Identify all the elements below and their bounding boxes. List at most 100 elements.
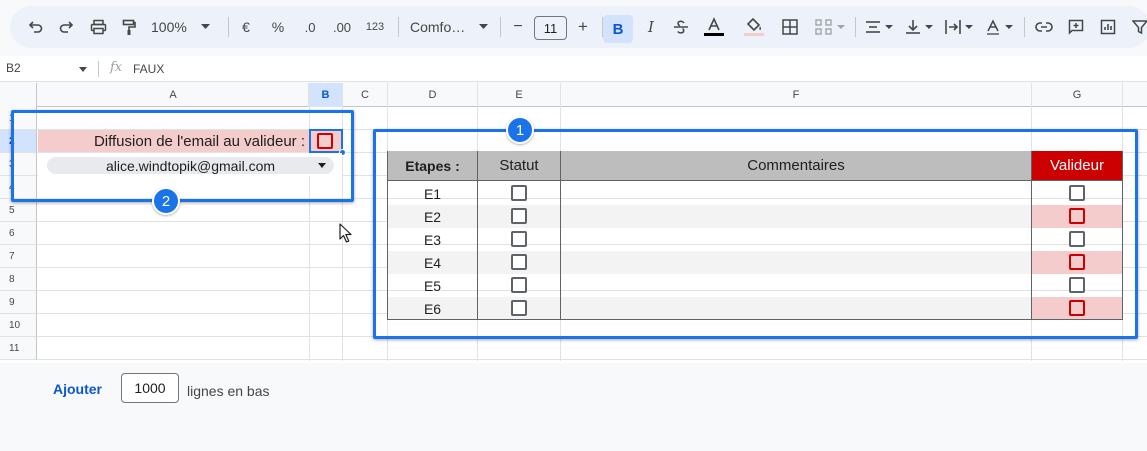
insert-link-button[interactable] bbox=[1032, 6, 1056, 48]
column-header-d[interactable]: D bbox=[388, 83, 478, 107]
select-all-corner[interactable] bbox=[0, 83, 37, 107]
font-family-select[interactable]: Comfo… bbox=[410, 6, 492, 48]
increase-decimal-button[interactable]: .00 bbox=[328, 6, 356, 48]
strikethrough-icon bbox=[674, 20, 688, 34]
validator-checkbox[interactable] bbox=[1069, 185, 1085, 201]
row-header-9[interactable]: 9 bbox=[0, 291, 37, 314]
table-row bbox=[388, 274, 1122, 297]
row-header-11[interactable]: 11 bbox=[0, 337, 37, 360]
fill-color-icon bbox=[744, 17, 764, 36]
vertical-align-button[interactable] bbox=[902, 6, 936, 48]
step-label: E3 bbox=[423, 231, 442, 248]
percent-button[interactable]: % bbox=[268, 6, 288, 48]
chevron-down-icon[interactable] bbox=[79, 67, 87, 72]
row-header-8[interactable]: 8 bbox=[0, 268, 37, 291]
borders-icon bbox=[782, 19, 798, 35]
toolbar-divider bbox=[398, 17, 399, 37]
redo-icon[interactable] bbox=[54, 6, 78, 48]
font-size-input[interactable]: 11 bbox=[534, 16, 567, 40]
callout-box-2 bbox=[11, 110, 354, 202]
filter-button[interactable] bbox=[1128, 6, 1147, 48]
validator-header: Valideur bbox=[1032, 151, 1122, 181]
zoom-select[interactable]: 100% bbox=[151, 6, 217, 48]
step-label: E1 bbox=[423, 185, 442, 202]
validator-checkbox[interactable] bbox=[1069, 277, 1085, 293]
table-divider bbox=[1031, 181, 1032, 319]
paint-format-icon[interactable] bbox=[117, 6, 141, 48]
bold-button[interactable]: B bbox=[603, 15, 633, 43]
fx-icon: fx bbox=[110, 60, 123, 75]
callout-badge-1: 1 bbox=[506, 116, 534, 144]
step-label: E6 bbox=[423, 300, 442, 317]
link-icon bbox=[1035, 22, 1053, 32]
insert-comment-button[interactable] bbox=[1064, 6, 1088, 48]
undo-icon[interactable] bbox=[24, 6, 48, 48]
merge-cells-button[interactable] bbox=[810, 6, 850, 48]
chart-icon bbox=[1100, 19, 1116, 35]
rows-count-input[interactable]: 1000 bbox=[121, 373, 179, 403]
zoom-value: 100% bbox=[151, 19, 187, 35]
toolbar-divider bbox=[228, 17, 229, 37]
step-label: E2 bbox=[423, 208, 442, 225]
print-icon[interactable] bbox=[86, 6, 110, 48]
number-format-button[interactable]: 123 bbox=[362, 6, 388, 48]
validator-checkbox[interactable] bbox=[1069, 208, 1085, 224]
mouse-pointer-icon bbox=[339, 223, 353, 248]
table-row bbox=[388, 205, 1122, 228]
validator-checkbox[interactable] bbox=[1069, 231, 1085, 247]
status-checkbox[interactable] bbox=[511, 254, 527, 270]
add-rows-button[interactable]: Ajouter bbox=[53, 381, 102, 397]
table-row bbox=[388, 182, 1122, 205]
column-header-b[interactable]: B bbox=[309, 83, 343, 107]
name-box[interactable]: B2 bbox=[6, 61, 21, 75]
text-wrap-icon bbox=[945, 20, 973, 34]
row-header-7[interactable]: 7 bbox=[0, 245, 37, 268]
validator-checkbox[interactable] bbox=[1069, 300, 1085, 316]
text-color-icon bbox=[704, 17, 724, 36]
align-bottom-icon bbox=[906, 20, 933, 34]
sheet-footer: Ajouter 1000 lignes en bas bbox=[0, 363, 1147, 451]
text-wrap-button[interactable] bbox=[942, 6, 976, 48]
validator-checkbox[interactable] bbox=[1069, 254, 1085, 270]
status-checkbox[interactable] bbox=[511, 231, 527, 247]
table-divider bbox=[477, 181, 478, 319]
horizontal-align-button[interactable] bbox=[862, 6, 896, 48]
decrease-font-size-button[interactable]: − bbox=[508, 6, 528, 48]
increase-font-size-button[interactable]: + bbox=[573, 6, 593, 48]
column-header-f[interactable]: F bbox=[561, 83, 1032, 107]
status-checkbox[interactable] bbox=[511, 185, 527, 201]
status-checkbox[interactable] bbox=[511, 277, 527, 293]
strikethrough-button[interactable] bbox=[670, 6, 692, 48]
filter-icon bbox=[1132, 20, 1147, 35]
table-divider bbox=[560, 181, 561, 319]
row-header-10[interactable]: 10 bbox=[0, 314, 37, 337]
align-center-icon bbox=[866, 21, 893, 33]
row-header-5[interactable]: 5 bbox=[0, 199, 37, 222]
merge-cells-icon bbox=[815, 19, 845, 35]
text-color-button[interactable] bbox=[702, 6, 726, 48]
column-header-g[interactable]: G bbox=[1032, 83, 1123, 107]
column-header-e[interactable]: E bbox=[478, 83, 561, 107]
fill-color-button[interactable] bbox=[742, 6, 766, 48]
column-header-c[interactable]: C bbox=[343, 83, 388, 107]
currency-button[interactable]: € bbox=[236, 6, 256, 48]
toolbar-divider bbox=[855, 17, 856, 37]
percent-icon: % bbox=[271, 19, 285, 35]
status-checkbox[interactable] bbox=[511, 300, 527, 316]
italic-button[interactable]: I bbox=[640, 6, 662, 48]
status-checkbox[interactable] bbox=[511, 208, 527, 224]
column-header-h[interactable] bbox=[1123, 83, 1147, 107]
table-row bbox=[388, 297, 1122, 319]
decrease-decimal-button[interactable]: .0 bbox=[298, 6, 322, 48]
insert-chart-button[interactable] bbox=[1096, 6, 1120, 48]
minus-icon: − bbox=[513, 18, 523, 35]
row-header-6[interactable]: 6 bbox=[0, 222, 37, 245]
text-rotation-icon bbox=[987, 19, 1013, 35]
formula-input[interactable]: FAUX bbox=[133, 62, 164, 76]
borders-button[interactable] bbox=[778, 6, 802, 48]
chevron-down-icon bbox=[479, 24, 489, 29]
rows-suffix-label: lignes en bas bbox=[187, 383, 270, 399]
column-header-a[interactable]: A bbox=[38, 83, 309, 107]
chevron-down-icon bbox=[200, 24, 210, 29]
text-rotation-button[interactable] bbox=[982, 6, 1016, 48]
